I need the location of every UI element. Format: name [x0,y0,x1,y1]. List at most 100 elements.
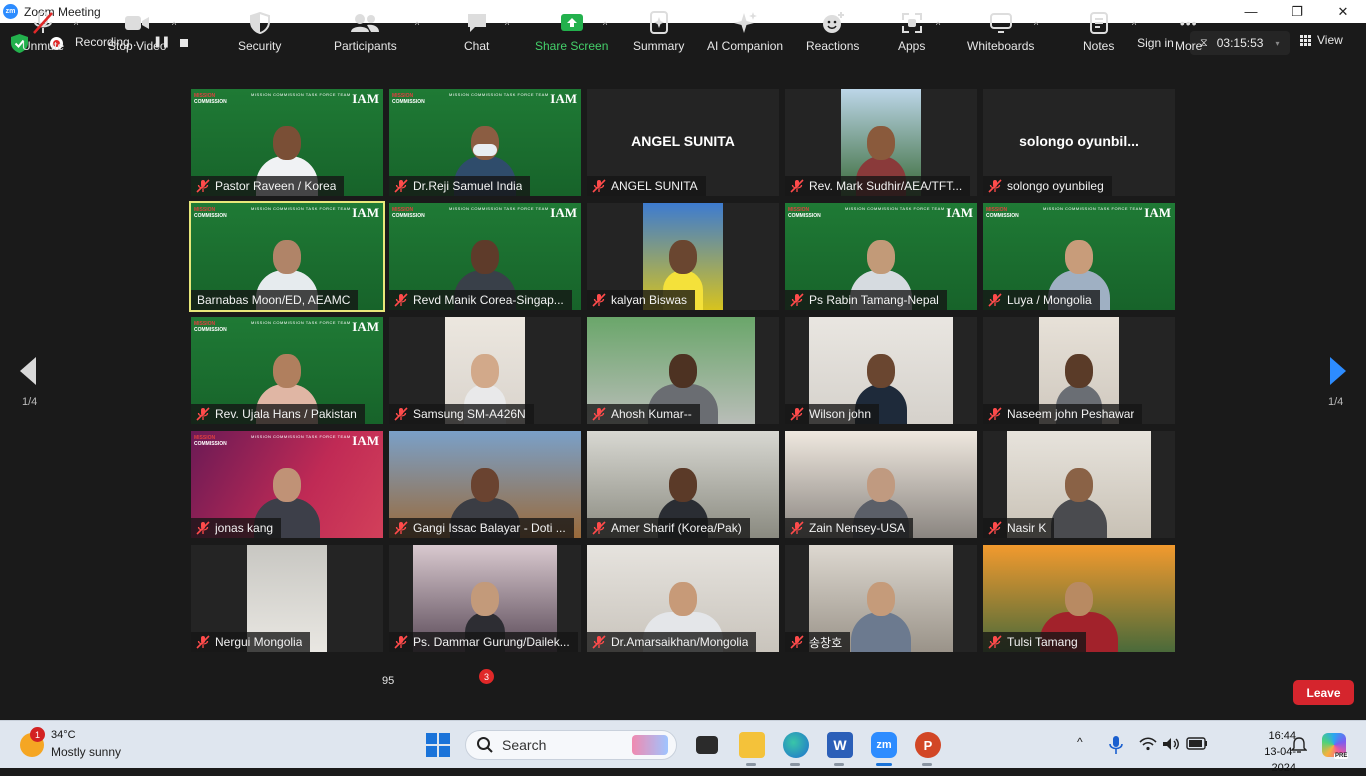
timer-value: 03:15:53 [1216,36,1264,50]
video-tile[interactable]: Rev. Mark Sudhir/AEA/TFT... [785,89,977,196]
notification-bell-icon[interactable] [1291,737,1307,753]
video-tile[interactable]: Samsung SM-A426N [389,317,581,424]
notes-icon [1089,10,1109,36]
video-tile[interactable]: Nasir K [983,431,1175,538]
weather-temperature[interactable]: 34°C [51,729,76,741]
notes-button[interactable]: Notes [1083,10,1114,56]
video-tile[interactable]: MISSION COMMISSION MISSION COMMISSION TASK… [389,203,581,310]
video-tile[interactable]: MISSION COMMISSION MISSION COMMISSION TASK… [785,203,977,310]
meeting-timer[interactable]: ⧖ 03:15:53 ▾ [1190,31,1290,55]
task-view-icon[interactable] [696,736,718,754]
participant-name: Naseem john Peshawar [1007,407,1135,421]
leave-button[interactable]: Leave [1293,680,1354,705]
apps-button[interactable]: Apps [898,10,925,56]
video-tile[interactable]: kalyan Biswas [587,203,779,310]
video-tile[interactable]: MISSION COMMISSION MISSION COMMISSION TASK… [189,201,385,312]
share-screen-icon [560,10,584,36]
next-page-arrow-icon[interactable] [1328,356,1348,386]
stop-recording-button[interactable] [180,39,188,47]
video-tile[interactable]: Dr.Amarsaikhan/Mongolia [587,545,779,652]
video-tile[interactable]: MISSION COMMISSION MISSION COMMISSION TASK… [191,431,383,538]
share-screen-label: Share Screen [535,39,609,53]
edge-browser-icon[interactable] [783,732,809,758]
participants-count: 95 [382,675,395,687]
video-options-caret[interactable]: ^ [172,20,176,30]
word-icon[interactable]: W [827,732,853,758]
participant-name: Rev. Mark Sudhir/AEA/TFT... [809,179,963,193]
video-tile[interactable]: MISSION COMMISSION MISSION COMMISSION TASK… [389,89,581,196]
weather-condition[interactable]: Mostly sunny [51,745,121,759]
taskbar-clock[interactable]: 16:44 13-04-2024 [1248,728,1296,776]
video-tile[interactable]: MISSION COMMISSION MISSION COMMISSION TASK… [191,317,383,424]
stop-video-label: Stop Video [108,39,167,53]
whiteboards-options-caret[interactable]: ^ [1034,20,1038,30]
muted-mic-icon [196,635,210,649]
security-button[interactable]: Security [238,10,281,56]
muted-mic-icon [394,407,408,421]
summary-button[interactable]: Summary [633,10,684,56]
reactions-button[interactable]: Reactions [806,10,859,56]
video-tile[interactable]: ANGEL SUNITA ANGEL SUNITA [587,89,779,196]
more-button[interactable]: ••• More [1175,10,1202,56]
participant-name: Ps. Dammar Gurung/Dailek... [413,635,570,649]
previous-page-arrow-icon[interactable] [18,356,38,386]
close-button[interactable]: ✕ [1320,0,1366,23]
participant-name: Nergui Mongolia [215,635,303,649]
wifi-icon[interactable] [1139,737,1157,751]
video-tile[interactable]: Nergui Mongolia [191,545,383,652]
tray-overflow-chevron-icon[interactable]: ^ [1077,735,1083,749]
video-tile[interactable]: Wilson john [785,317,977,424]
video-tile[interactable]: Gangi Issac Balayar - Doti ... [389,431,581,538]
windows-start-icon[interactable] [426,733,450,757]
restore-button[interactable]: ❐ [1274,0,1320,23]
video-tile[interactable]: Tulsi Tamang [983,545,1175,652]
meeting-toolbar [0,660,1366,720]
participant-name: Dr.Reji Samuel India [413,179,523,193]
participant-nametag: Barnabas Moon/ED, AEAMC [191,290,359,310]
video-tile[interactable]: MISSION COMMISSION MISSION COMMISSION TASK… [191,89,383,196]
participant-name: Samsung SM-A426N [413,407,526,421]
video-tile[interactable]: Naseem john Peshawar [983,317,1175,424]
muted-mic-icon [790,407,804,421]
video-tile[interactable]: Zain Nensey-USA [785,431,977,538]
share-options-caret[interactable]: ^ [603,20,607,30]
participant-nametag: Nasir K [983,518,1055,538]
participant-name: Wilson john [809,407,872,421]
share-screen-button[interactable]: Share Screen [535,10,608,56]
video-tile[interactable]: MISSION COMMISSION MISSION COMMISSION TASK… [983,203,1175,310]
muted-mic-icon [988,407,1002,421]
video-tile[interactable]: 송창호 [785,545,977,652]
ai-companion-button[interactable]: AI Companion [707,10,783,56]
participant-nametag: Gangi Issac Balayar - Doti ... [389,518,574,538]
file-explorer-icon[interactable] [739,732,765,758]
participants-options-caret[interactable]: ^ [415,20,419,30]
video-tile[interactable]: Ps. Dammar Gurung/Dailek... [389,545,581,652]
apps-options-caret[interactable]: ^ [936,20,940,30]
security-shield-icon [249,10,270,36]
audio-options-caret[interactable]: ^ [74,20,78,30]
unmute-button[interactable]: Unmute [22,10,64,56]
taskbar-search-box[interactable]: Search [465,730,677,760]
participants-button[interactable]: Participants [334,10,397,56]
powerpoint-icon[interactable]: P [915,732,941,758]
video-tile[interactable]: Ahosh Kumar-- [587,317,779,424]
chat-button[interactable]: Chat [464,10,489,56]
chat-options-caret[interactable]: ^ [505,20,509,30]
view-button[interactable]: View [1300,33,1343,47]
volume-icon[interactable] [1162,737,1180,751]
mission-commission-logo: MISSION COMMISSION [392,207,425,219]
notes-options-caret[interactable]: ^ [1132,20,1136,30]
whiteboards-button[interactable]: Whiteboards [967,10,1034,56]
minimize-button[interactable]: — [1228,0,1274,23]
battery-icon[interactable] [1186,737,1208,750]
participant-nametag: Pastor Raveen / Korea [191,176,345,196]
grid-icon [1300,34,1311,46]
participant-name: Revd Manik Corea-Singap... [413,293,564,307]
video-tile[interactable]: solongo oyunbil... solongo oyunbileg [983,89,1175,196]
zoom-taskbar-icon[interactable]: zm [871,732,897,758]
microphone-tray-icon[interactable] [1109,735,1123,755]
page-indicator-left: 1/4 [22,396,38,408]
stop-video-button[interactable]: Stop Video [108,10,167,56]
search-label: Search [502,737,547,753]
video-tile[interactable]: Amer Sharif (Korea/Pak) [587,431,779,538]
